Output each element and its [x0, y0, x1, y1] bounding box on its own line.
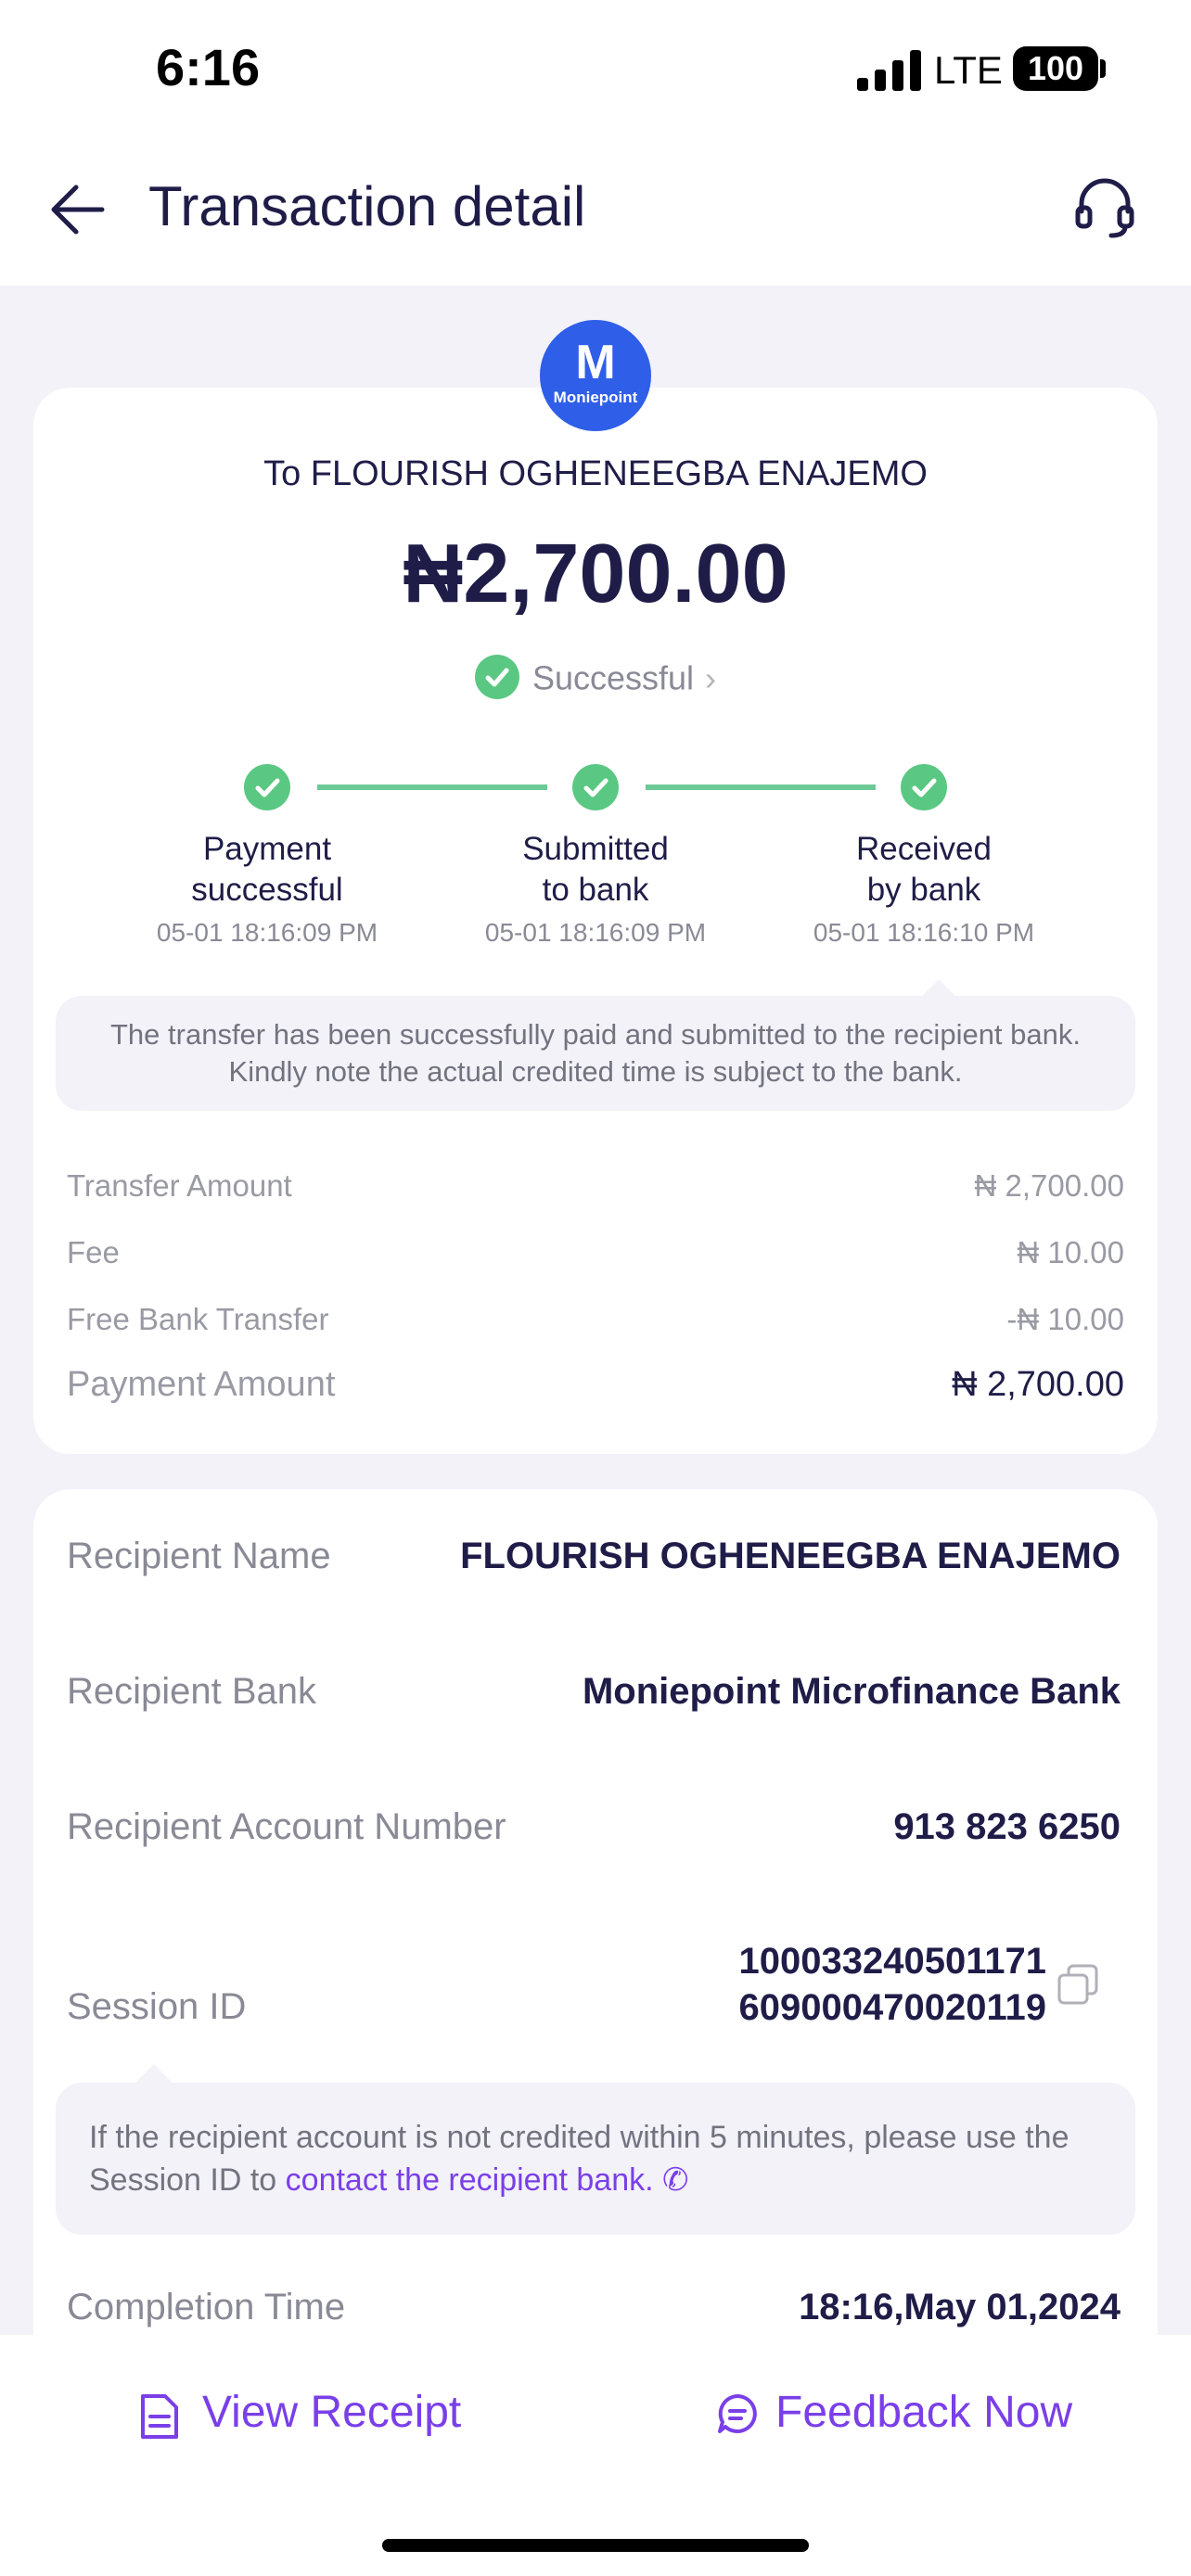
session-id-value: 100033240501171 609000470020119 — [738, 1941, 1046, 2028]
note-pointer — [920, 979, 957, 998]
recipient-bank-label: Recipient Bank — [67, 1671, 317, 1712]
recipient-name-value: FLOURISH OGHENEEGBA ENAJEMO — [460, 1536, 1121, 1576]
account-number-value: 913 823 6250 — [893, 1806, 1121, 1847]
nav-header: Transaction detail — [0, 139, 1191, 286]
status-time: 6:16 — [156, 38, 261, 96]
step-check-icon — [901, 764, 947, 810]
moniepoint-logo: M Moniepoint — [540, 320, 651, 431]
battery-tip — [1100, 59, 1106, 78]
timeline-step-time: 05-01 18:16:09 PM — [156, 918, 378, 947]
status-text: Successful — [531, 658, 695, 697]
completion-time-value: 18:16,May 01,2024 — [799, 2287, 1121, 2327]
timeline-step-time: 05-01 18:16:09 PM — [484, 918, 707, 947]
view-receipt-button[interactable]: View Receipt — [139, 2387, 461, 2439]
timeline-step-label: Received by bank — [856, 831, 992, 908]
home-indicator — [382, 2539, 809, 2552]
back-arrow-icon[interactable] — [48, 182, 109, 237]
step-check-icon — [244, 764, 290, 810]
recipient-bank-value: Moniepoint Microfinance Bank — [582, 1671, 1121, 1712]
chevron-right-icon: › — [705, 658, 717, 697]
copy-icon[interactable] — [1057, 1964, 1098, 2005]
timeline-connector — [317, 784, 547, 790]
success-check-icon — [474, 655, 519, 699]
status-bar: 6:16 LTE 100 — [0, 0, 1191, 139]
timeline-step-label: Submitted to bank — [522, 831, 669, 908]
recipient-heading: To FLOURISH OGHENEEGBA ENAJEMO — [263, 454, 928, 493]
battery-icon: 100 — [1013, 46, 1098, 91]
feedback-icon — [718, 2394, 757, 2433]
feedback-now-button[interactable]: Feedback Now — [716, 2387, 1072, 2438]
timeline-step-time: 05-01 18:16:10 PM — [813, 918, 1035, 947]
document-icon — [141, 2394, 178, 2439]
transfer-note: The transfer has been successfully paid … — [56, 996, 1135, 1111]
headset-support-icon[interactable] — [1074, 174, 1135, 239]
summary-card: To FLOURISH OGHENEEGBA ENAJEMO ₦2,700.00… — [33, 388, 1158, 1454]
signal-icon — [857, 50, 921, 91]
logo-wordmark: Moniepoint — [553, 389, 638, 406]
timeline-connector — [646, 784, 876, 790]
timeline-step-label: Payment successful — [191, 831, 343, 908]
step-check-icon — [572, 764, 619, 810]
session-id-label: Session ID — [67, 1986, 247, 2027]
recipient-name-label: Recipient Name — [67, 1536, 331, 1576]
transaction-amount: ₦2,700.00 — [403, 528, 788, 620]
completion-time-label: Completion Time — [67, 2287, 346, 2327]
note-pointer — [134, 2064, 174, 2085]
contact-bank-link[interactable]: contact the recipient bank. — [286, 2162, 654, 2198]
account-number-label: Recipient Account Number — [67, 1806, 506, 1847]
session-note: If the recipient account is not credited… — [56, 2083, 1135, 2235]
status-link[interactable]: Successful › — [33, 655, 1158, 703]
phone-icon[interactable]: ✆ — [662, 2162, 689, 2198]
logo-letter: M — [575, 336, 616, 389]
page-title: Transaction detail — [148, 175, 586, 237]
network-label: LTE — [934, 48, 1003, 92]
